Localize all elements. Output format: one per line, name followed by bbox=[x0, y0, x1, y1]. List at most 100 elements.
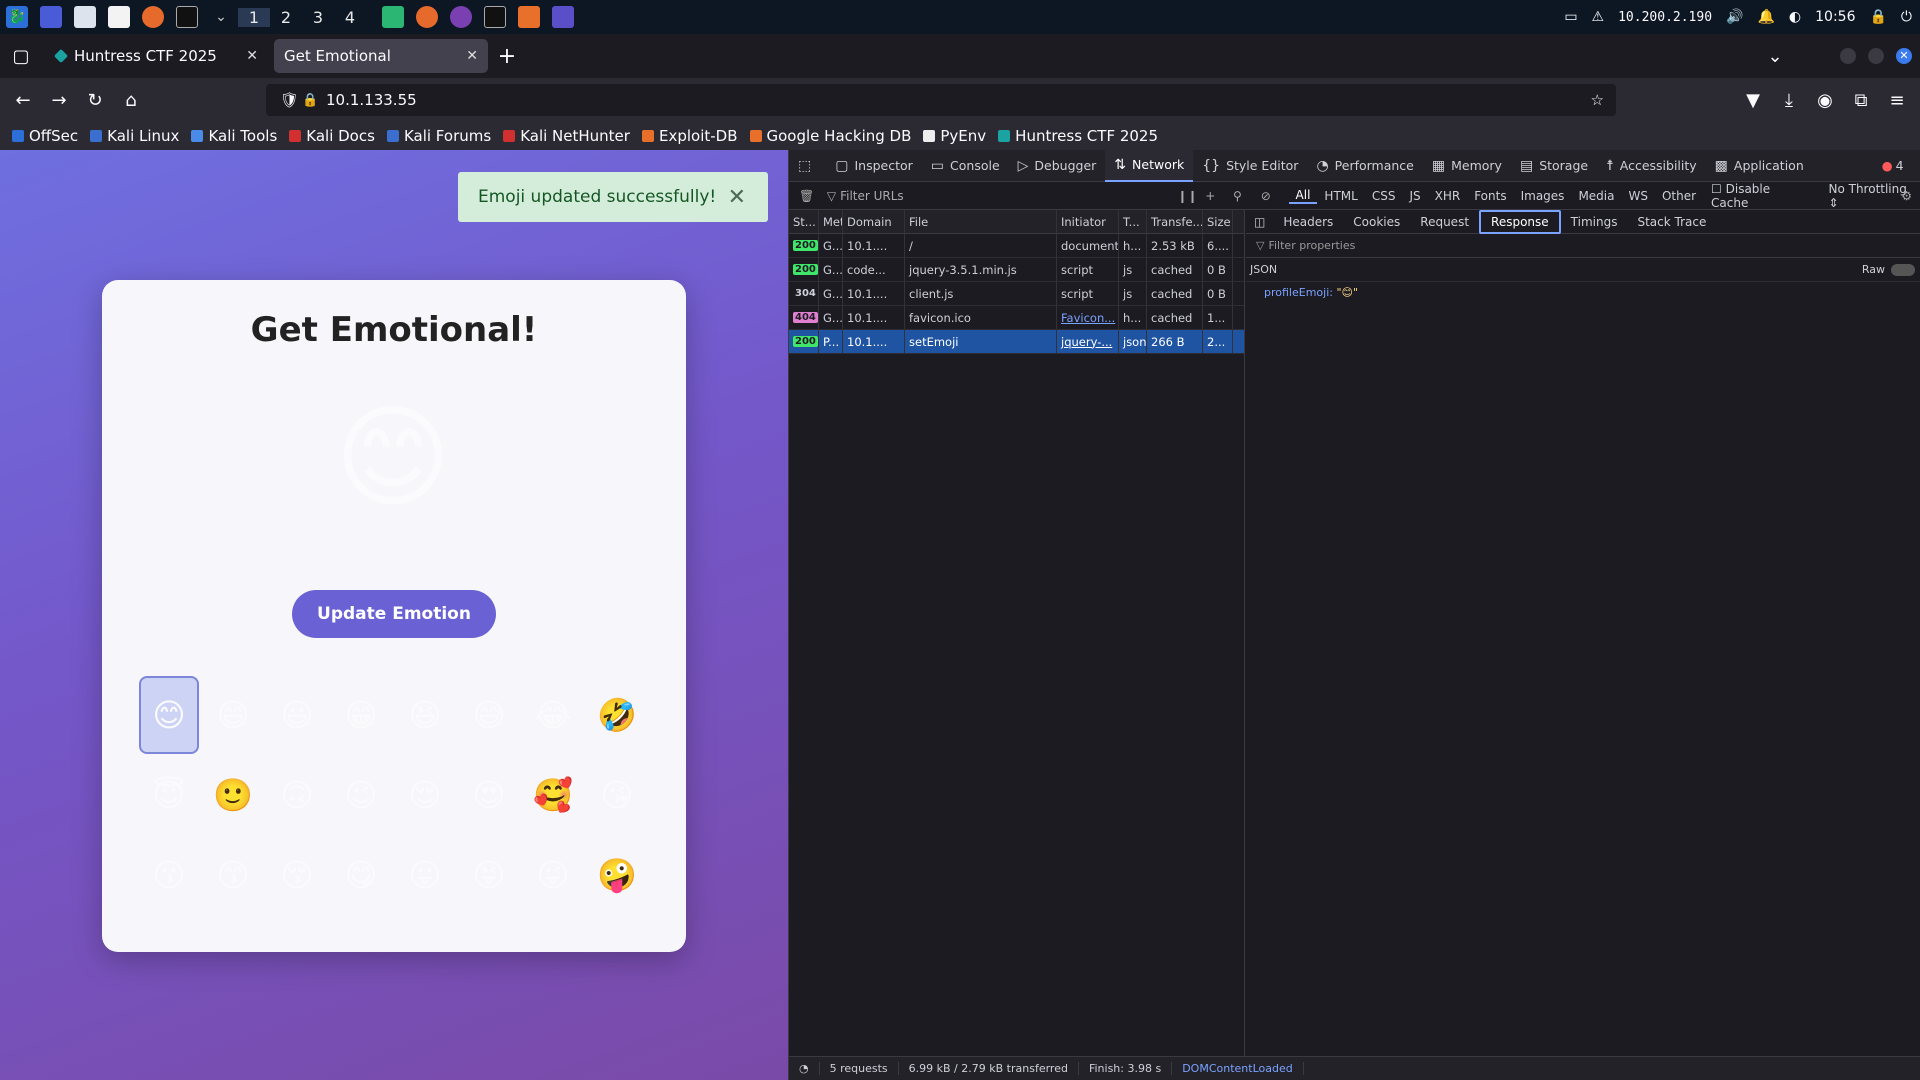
emoji-option[interactable]: 😜 bbox=[523, 836, 583, 914]
emoji-option[interactable]: 🤪 bbox=[587, 836, 647, 914]
window-minimize-button[interactable] bbox=[1840, 48, 1856, 64]
tab-memory[interactable]: ▦ Memory bbox=[1423, 150, 1511, 182]
filter-html[interactable]: HTML bbox=[1317, 189, 1364, 203]
emoji-option[interactable]: 😛 bbox=[395, 836, 455, 914]
lock-icon[interactable]: 🔒 bbox=[302, 93, 318, 108]
screen-icon[interactable]: ▭ bbox=[1564, 9, 1577, 25]
workspace-4[interactable]: 4 bbox=[334, 8, 366, 27]
kali-menu-icon[interactable]: 🐉 bbox=[6, 6, 28, 28]
performance-icon[interactable]: ◔ bbox=[789, 1062, 820, 1075]
pause-icon[interactable]: ❙❙ bbox=[1177, 189, 1205, 203]
forward-button[interactable]: → bbox=[42, 85, 76, 115]
emoji-option[interactable]: 🙂 bbox=[203, 756, 263, 834]
raw-toggle[interactable] bbox=[1891, 263, 1915, 276]
emoji-option[interactable]: 😃 bbox=[267, 676, 327, 754]
filter-images[interactable]: Images bbox=[1514, 189, 1572, 203]
back-button[interactable]: ← bbox=[6, 85, 40, 115]
emoji-option[interactable]: 😊 bbox=[139, 676, 199, 754]
terminal-icon[interactable] bbox=[176, 6, 198, 28]
emoji-option[interactable]: 😌 bbox=[395, 756, 455, 834]
filter-fonts[interactable]: Fonts bbox=[1467, 189, 1513, 203]
emoji-option[interactable]: 😍 bbox=[459, 756, 519, 834]
emoji-option[interactable]: 😉 bbox=[331, 756, 391, 834]
tab-performance[interactable]: ◔ Performance bbox=[1307, 150, 1422, 182]
new-tab-button[interactable]: + bbox=[490, 41, 524, 71]
col-transferred[interactable]: Transfe... bbox=[1147, 210, 1203, 233]
col-status[interactable]: St... bbox=[789, 210, 819, 233]
shield-icon[interactable]: 🛡 bbox=[280, 91, 299, 109]
element-picker-icon[interactable]: ⬚ bbox=[789, 150, 826, 182]
tab-debugger[interactable]: ▷ Debugger bbox=[1009, 150, 1106, 182]
workspace-2[interactable]: 2 bbox=[270, 8, 302, 27]
bell-icon[interactable]: 🔔 bbox=[1757, 9, 1774, 25]
url-text[interactable]: 10.1.133.55 bbox=[326, 91, 417, 109]
table-row[interactable]: 200 G... 10.1.... / document h... 2.53 kB 6.... bbox=[789, 234, 1244, 258]
reload-button[interactable]: ↻ bbox=[78, 85, 112, 115]
power-icon[interactable]: ⏻ bbox=[1901, 9, 1912, 25]
pocket-icon[interactable]: ▼ bbox=[1736, 85, 1770, 115]
file-manager-icon[interactable] bbox=[74, 6, 96, 28]
bookmark-kali-nethunter[interactable]: Kali NetHunter bbox=[503, 127, 630, 145]
workspace-3[interactable]: 3 bbox=[302, 8, 334, 27]
bookmark-kali-tools[interactable]: Kali Tools bbox=[191, 127, 277, 145]
bookmark-huntress[interactable]: Huntress CTF 2025 bbox=[998, 127, 1158, 145]
tab-huntress[interactable]: Huntress CTF 2025 ✕ bbox=[46, 39, 268, 73]
emoji-option[interactable]: 🤣 bbox=[587, 676, 647, 754]
emoji-option[interactable]: 😁 bbox=[331, 676, 391, 754]
url-bar[interactable]: 🛡 🔒 10.1.133.55 ☆ bbox=[266, 84, 1616, 116]
emoji-option[interactable]: 🙃 bbox=[267, 756, 327, 834]
tab-stack-trace[interactable]: Stack Trace bbox=[1627, 210, 1716, 234]
update-emotion-button[interactable]: Update Emotion bbox=[292, 590, 496, 638]
emoji-option[interactable]: 🥰 bbox=[523, 756, 583, 834]
filter-all[interactable]: All bbox=[1288, 188, 1318, 204]
col-type[interactable]: T... bbox=[1119, 210, 1147, 233]
tab-storage[interactable]: ▤ Storage bbox=[1511, 150, 1597, 182]
window-close-button[interactable]: ✕ bbox=[1896, 48, 1912, 64]
table-row[interactable]: 200 P... 10.1.... setEmoji jquery-... json 266… bbox=[789, 330, 1244, 354]
emoji-option[interactable]: 😘 bbox=[587, 756, 647, 834]
tab-inspector[interactable]: ▢ Inspector bbox=[826, 150, 922, 182]
close-icon[interactable]: ✕ bbox=[728, 185, 746, 210]
emoji-option[interactable]: 😋 bbox=[331, 836, 391, 914]
filter-urls-input[interactable]: Filter URLs bbox=[840, 189, 1177, 203]
bookmark-exploit-db[interactable]: Exploit-DB bbox=[641, 127, 738, 145]
account-icon[interactable]: ◉ bbox=[1808, 85, 1842, 115]
bookmark-kali-linux[interactable]: Kali Linux bbox=[90, 127, 179, 145]
bookmark-offsec[interactable]: OffSec bbox=[12, 127, 78, 145]
menu-icon[interactable]: ≡ bbox=[1880, 85, 1914, 115]
chevron-down-icon[interactable]: ⌄ bbox=[210, 6, 232, 28]
col-file[interactable]: File bbox=[905, 210, 1057, 233]
tab-headers[interactable]: Headers bbox=[1273, 210, 1343, 234]
dock-icon[interactable]: ◫ bbox=[1913, 150, 1920, 182]
filter-xhr[interactable]: XHR bbox=[1428, 189, 1468, 203]
tab-application[interactable]: ▩ Application bbox=[1706, 150, 1813, 182]
emoji-option[interactable]: 😂 bbox=[523, 676, 583, 754]
bookmark-kali-forums[interactable]: Kali Forums bbox=[386, 127, 491, 145]
firefox-icon[interactable] bbox=[142, 6, 164, 28]
add-icon[interactable]: + bbox=[1205, 189, 1233, 203]
tab-timings[interactable]: Timings bbox=[1561, 210, 1628, 234]
bookmark-google-hacking-db[interactable]: Google Hacking DB bbox=[749, 127, 911, 145]
volume-icon[interactable]: 🔊 bbox=[1726, 9, 1743, 25]
emoji-option[interactable]: 😗 bbox=[139, 836, 199, 914]
tab-get-emotional[interactable]: Get Emotional ✕ bbox=[274, 39, 488, 73]
trash-icon[interactable]: 🗑 bbox=[799, 189, 819, 203]
emoji-option[interactable]: 😅 bbox=[459, 676, 519, 754]
filter-ws[interactable]: WS bbox=[1621, 189, 1654, 203]
disable-cache-checkbox[interactable]: ☐ Disable Cache bbox=[1711, 182, 1810, 210]
filter-css[interactable]: CSS bbox=[1365, 189, 1403, 203]
json-value[interactable]: "😊" bbox=[1336, 286, 1358, 299]
sidebar-toggle-icon[interactable]: ◫ bbox=[1246, 215, 1273, 229]
table-row[interactable]: 200 G... code... jquery-3.5.1.min.js script j… bbox=[789, 258, 1244, 282]
table-row[interactable]: 404 G... 10.1.... favicon.ico Favicon... h...… bbox=[789, 306, 1244, 330]
window-maximize-button[interactable] bbox=[1868, 48, 1884, 64]
home-button[interactable]: ⌂ bbox=[114, 85, 148, 115]
close-icon[interactable]: ✕ bbox=[466, 48, 478, 64]
tab-network[interactable]: ⇅ Network bbox=[1105, 149, 1194, 182]
desktop-icon[interactable] bbox=[40, 6, 62, 28]
tab-cookies[interactable]: Cookies bbox=[1343, 210, 1410, 234]
download-icon[interactable]: ⤓ bbox=[1772, 85, 1806, 115]
emoji-option[interactable]: 😝 bbox=[459, 836, 519, 914]
bookmark-star-icon[interactable]: ☆ bbox=[1591, 91, 1604, 109]
tab-console[interactable]: ▭ Console bbox=[922, 150, 1009, 182]
